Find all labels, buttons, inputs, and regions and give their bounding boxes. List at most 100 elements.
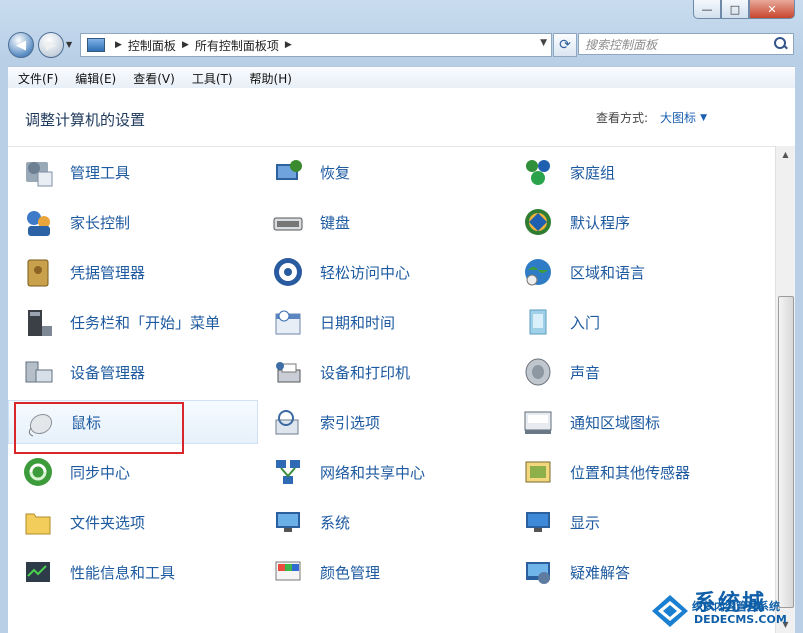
control-panel-item[interactable]: 轻松访问中心: [258, 250, 508, 294]
control-panel-item-label[interactable]: 家长控制: [70, 212, 130, 233]
menu-edit[interactable]: 编辑(E): [65, 70, 123, 87]
control-panel-item-label[interactable]: 凭据管理器: [70, 262, 145, 283]
control-panel-item-label[interactable]: 默认程序: [570, 212, 630, 233]
watermark-logo-icon: [652, 595, 688, 627]
control-panel-item-label[interactable]: 网络和共享中心: [320, 462, 425, 483]
control-panel-item-label[interactable]: 性能信息和工具: [70, 562, 175, 583]
control-panel-item[interactable]: 声音: [508, 350, 758, 394]
date-time-icon: [272, 306, 304, 338]
control-panel-item-label[interactable]: 日期和时间: [320, 312, 395, 333]
control-panel-item[interactable]: 入门: [508, 300, 758, 344]
control-panel-item[interactable]: 设备管理器: [8, 350, 258, 394]
address-bar[interactable]: ▶ 控制面板 ▶ 所有控制面板项 ▶ ▼: [80, 33, 552, 57]
vertical-scrollbar[interactable]: ▲ ▼: [775, 146, 795, 633]
control-panel-item[interactable]: 日期和时间: [258, 300, 508, 344]
admin-tools-icon: [22, 156, 54, 188]
control-panel-item-label[interactable]: 系统: [320, 512, 350, 533]
breadcrumb-all-items[interactable]: 所有控制面板项: [195, 37, 279, 54]
indexing-icon: [272, 406, 304, 438]
back-button[interactable]: ◀: [8, 32, 34, 58]
control-panel-item[interactable]: 默认程序: [508, 200, 758, 244]
search-icon[interactable]: [773, 36, 789, 52]
sound-icon: [522, 356, 554, 388]
control-panel-item[interactable]: 显示: [508, 500, 758, 544]
control-panel-item[interactable]: 系统: [258, 500, 508, 544]
search-input[interactable]: 搜索控制面板: [579, 36, 773, 53]
control-panel-item[interactable]: 区域和语言: [508, 250, 758, 294]
control-panel-item-label[interactable]: 设备和打印机: [320, 362, 410, 383]
control-panel-item[interactable]: 文件夹选项: [8, 500, 258, 544]
recent-pages-dropdown[interactable]: ▼: [66, 40, 72, 49]
view-by-value[interactable]: 大图标: [660, 109, 696, 126]
control-panel-item-label[interactable]: 疑难解答: [570, 562, 630, 583]
chevron-right-icon[interactable]: ▶: [182, 40, 189, 50]
breadcrumb-control-panel[interactable]: 控制面板: [128, 37, 176, 54]
control-panel-item[interactable]: 索引选项: [258, 400, 508, 444]
control-panel-item[interactable]: 任务栏和「开始」菜单: [8, 300, 258, 344]
control-panel-item-label[interactable]: 文件夹选项: [70, 512, 145, 533]
scroll-up-icon[interactable]: ▲: [776, 146, 795, 163]
notification-area-icon: [522, 406, 554, 438]
getting-started-icon: [522, 306, 554, 338]
control-panel-item-label[interactable]: 恢复: [320, 162, 350, 183]
homegroup-icon: [522, 156, 554, 188]
refresh-button[interactable]: ⟳: [553, 33, 577, 57]
control-panel-item-label[interactable]: 位置和其他传感器: [570, 462, 690, 483]
control-panel-item[interactable]: 网络和共享中心: [258, 450, 508, 494]
chevron-right-icon[interactable]: ▶: [115, 40, 122, 50]
control-panel-item[interactable]: 位置和其他传感器: [508, 450, 758, 494]
taskbar-icon: [22, 306, 54, 338]
close-button[interactable]: ✕: [749, 0, 795, 19]
control-panel-icon: [87, 38, 105, 52]
control-panel-item-label[interactable]: 颜色管理: [320, 562, 380, 583]
control-panel-item-label[interactable]: 入门: [570, 312, 600, 333]
menu-file[interactable]: 文件(F): [8, 70, 65, 87]
display-icon: [522, 506, 554, 538]
control-panel-item-label[interactable]: 设备管理器: [70, 362, 145, 383]
control-panel-item[interactable]: 恢复: [258, 150, 508, 194]
watermark: 系统城 织梦内容管理系统 DEDECMS.COM: [650, 585, 800, 630]
address-dropdown-icon[interactable]: ▼: [540, 38, 547, 48]
control-panel-item[interactable]: 性能信息和工具: [8, 550, 258, 594]
chevron-down-icon[interactable]: ▼: [700, 113, 707, 123]
menu-tools[interactable]: 工具(T): [182, 70, 240, 87]
control-panel-item-label[interactable]: 显示: [570, 512, 600, 533]
region-language-icon: [522, 256, 554, 288]
control-panel-item-label[interactable]: 同步中心: [70, 462, 130, 483]
menu-view[interactable]: 查看(V): [123, 70, 182, 87]
control-panel-item[interactable]: 管理工具: [8, 150, 258, 194]
control-panel-item-label[interactable]: 管理工具: [70, 162, 130, 183]
control-panel-item[interactable]: 同步中心: [8, 450, 258, 494]
device-manager-icon: [22, 356, 54, 388]
scrollbar-thumb[interactable]: [778, 296, 794, 608]
control-panel-item-label[interactable]: 任务栏和「开始」菜单: [70, 312, 220, 333]
control-panel-item[interactable]: 键盘: [258, 200, 508, 244]
control-panel-item-label[interactable]: 索引选项: [320, 412, 380, 433]
navigation-bar: ◀ ▶ ▼ ▶ 控制面板 ▶ 所有控制面板项 ▶ ▼ ⟳ 搜索控制面板: [8, 32, 795, 58]
control-panel-item-label[interactable]: 轻松访问中心: [320, 262, 410, 283]
control-panel-item[interactable]: 家长控制: [8, 200, 258, 244]
control-panel-item[interactable]: 家庭组: [508, 150, 758, 194]
control-panel-item-label[interactable]: 区域和语言: [570, 262, 645, 283]
control-panel-item-label[interactable]: 声音: [570, 362, 600, 383]
forward-button[interactable]: ▶: [38, 32, 64, 58]
keyboard-icon: [272, 206, 304, 238]
control-panel-item[interactable]: 凭据管理器: [8, 250, 258, 294]
ease-of-access-icon: [272, 256, 304, 288]
watermark-url: DEDECMS.COM: [694, 613, 787, 626]
search-box[interactable]: 搜索控制面板: [578, 33, 794, 55]
view-by-dropdown[interactable]: 大图标 ▼: [660, 109, 707, 126]
performance-icon: [22, 556, 54, 588]
control-panel-item[interactable]: 颜色管理: [258, 550, 508, 594]
control-panel-item[interactable]: 通知区域图标: [508, 400, 758, 444]
control-panel-item-label[interactable]: 家庭组: [570, 162, 615, 183]
control-panel-item-label[interactable]: 键盘: [320, 212, 350, 233]
troubleshooting-icon: [522, 556, 554, 588]
window-controls: — □ ✕: [693, 0, 795, 19]
control-panel-item[interactable]: 设备和打印机: [258, 350, 508, 394]
chevron-right-icon[interactable]: ▶: [285, 40, 292, 50]
menu-help[interactable]: 帮助(H): [240, 70, 299, 87]
minimize-button[interactable]: —: [693, 0, 721, 19]
maximize-button[interactable]: □: [721, 0, 749, 19]
control-panel-item-label[interactable]: 通知区域图标: [570, 412, 660, 433]
